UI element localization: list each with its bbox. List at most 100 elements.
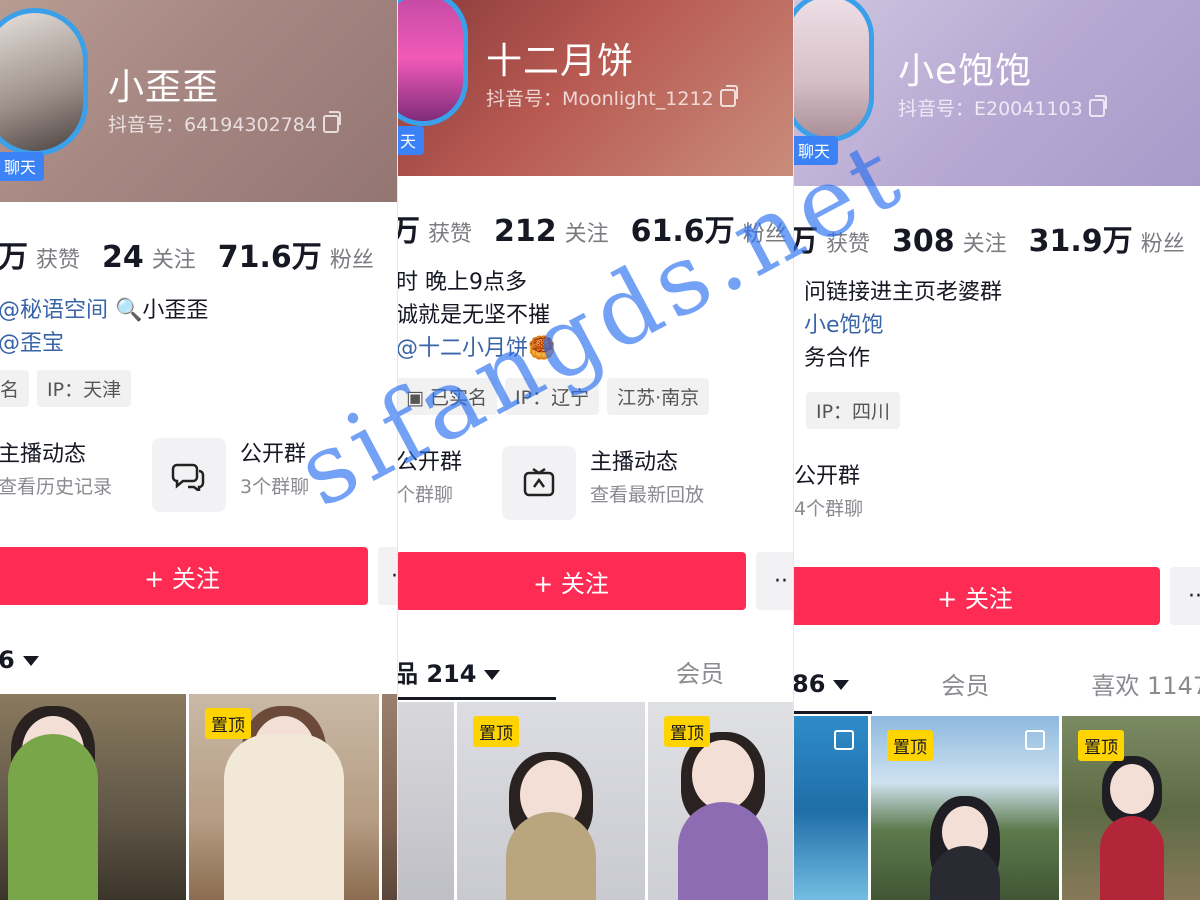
bio-text: 🥮 [528,336,556,361]
card-public-group[interactable]: 公开群 3个群聊 [152,438,309,512]
stat-likes-label: 获赞 [428,222,473,247]
video-thumbnail[interactable] [398,702,454,900]
bio-mention-link[interactable]: @十二小月饼 [398,336,528,361]
stat-following[interactable]: 308 关注 [892,224,1007,259]
video-grid: 置顶 置顶 [794,716,1200,900]
thumbnail-figure-face [1110,764,1154,814]
bio-line: 问链接进主页老婆群 [804,280,1003,305]
more-button[interactable]: ·· [756,552,794,610]
video-thumbnail[interactable]: 置顶 [1062,716,1200,900]
bio: 时 晚上9点多 诚就是无坚不摧 @十二小月饼🥮 [397,266,556,365]
card-public-group[interactable]: 公开群 个群聊 [398,446,462,520]
live-chat-badge[interactable]: 聊天 [0,152,45,181]
stat-likes-value: 万 [794,216,818,260]
tab-likes[interactable]: 喜欢 1147 [1091,666,1200,701]
copy-icon[interactable] [1088,94,1107,117]
stat-followers-label: 粉丝 [1140,232,1185,257]
card-live-updates-text: 主播动态 查看最新回放 [590,446,704,510]
tab-works-label: 6 [0,646,15,674]
bio-mention-link[interactable]: @秘语空间 [0,298,108,323]
bio-mention-link[interactable]: @歪宝 [0,331,64,356]
tab-membership[interactable]: 会员 [941,666,989,701]
stats-row: 万获赞 308 关注 31.9万粉丝 [794,216,1200,260]
active-tab-underline [794,711,872,714]
stat-followers[interactable]: 71.6万 粉丝 [218,232,374,276]
stat-followers-label: 粉丝 [329,248,374,273]
live-chat-badge[interactable]: 聊天 [794,136,839,165]
profile-panel-3: 聊天 小e饱饱 抖音号：E20041103 万获赞 308关注 31.9万粉丝 … [793,0,1200,900]
feature-cards: 主播动态 查看历史记录 公开群 3个群聊 [0,438,349,512]
follow-button[interactable]: + 关注 [0,547,368,605]
bio-line: @秘语空间 🔍小歪歪 [0,294,208,327]
more-button[interactable]: ·· [1170,567,1200,625]
live-icon [502,446,577,520]
dropdown-triangle-icon [484,670,501,680]
stat-following-value: 308 [892,224,955,259]
card-title: 公开群 [794,464,861,489]
video-thumbnail[interactable]: 置顶 [382,694,397,900]
thumbnail-figure-body [506,812,596,900]
card-title: 公开群 [240,442,307,467]
copy-icon[interactable] [719,84,738,107]
douyin-id[interactable]: 抖音号：64194302784 [108,110,341,137]
multi-image-icon [834,730,854,750]
card-live-updates-text: 主播动态 查看历史记录 [0,438,112,502]
live-chat-badge[interactable]: 天 [398,126,425,155]
douyin-id[interactable]: 抖音号：Moonlight_1212 [486,84,738,111]
video-thumbnail[interactable]: 置顶 [648,702,794,900]
bio: @秘语空间 🔍小歪歪 @歪宝 [0,294,208,360]
profile-tags: IP：四川 [806,392,901,429]
video-thumbnail[interactable]: 置顶 [871,716,1059,900]
card-public-group[interactable]: 公开群 4个群聊 [794,460,863,524]
follow-button[interactable]: + 关注 [794,567,1160,625]
tag-ip-location: IP：辽宁 [505,378,600,415]
video-thumbnail[interactable]: 置顶 [189,694,379,900]
avatar[interactable] [398,0,468,126]
profile-panel-2: 天 十二月饼 抖音号：Moonlight_1212 万获赞 212 关注 61.6… [397,0,794,900]
tab-works[interactable]: 6 [0,646,39,674]
dropdown-triangle-icon [22,656,39,666]
avatar[interactable] [794,0,874,142]
tab-works[interactable]: 品 214 [398,654,501,689]
stat-following[interactable]: 24 关注 [102,240,196,275]
profile-name: 十二月饼 [486,41,635,82]
card-live-updates[interactable]: 主播动态 查看历史记录 [0,438,112,512]
video-thumbnail[interactable] [794,716,868,900]
tab-membership[interactable]: 会员 [676,654,724,689]
stat-following[interactable]: 212 关注 [494,214,609,249]
stat-likes-value: 万 [0,240,28,275]
stat-followers[interactable]: 61.6万 粉丝 [631,206,787,250]
card-subtitle: 3个群聊 [240,476,310,498]
feature-cards: 公开群 4个群聊 [794,460,903,524]
stat-following-label: 关注 [564,222,609,247]
content-tabs: 6 [0,646,39,674]
more-button[interactable]: ·· [378,547,397,605]
follow-button[interactable]: + 关注 [398,552,746,610]
active-tab-underline [398,697,556,700]
avatar[interactable] [0,8,88,156]
bio-line: 时 晚上9点多 [397,270,527,295]
copy-icon[interactable] [322,110,341,133]
card-subtitle: 4个群聊 [794,498,864,520]
video-thumbnail[interactable]: 置顶 [457,702,645,900]
tag-ip-location: IP：四川 [806,392,901,429]
tag-city: 江苏·南京 [607,378,710,415]
thumbnail-figure-body [1100,816,1164,900]
tag-ip-location: IP：天津 [37,370,132,407]
video-thumbnail[interactable] [0,694,186,900]
tab-works[interactable]: 86 [793,669,850,698]
thumbnail-figure-body [678,802,768,900]
chat-bubbles-icon [152,438,227,512]
tag-verified-label: 已实名 [430,387,488,409]
tab-works-label: 86 [793,669,826,698]
card-title: 主播动态 [590,450,679,475]
profile-tags: ▣ 已实名 IP：辽宁 江苏·南京 [398,378,710,415]
bio-line: @十二小月饼🥮 [398,332,556,365]
bio-mention-link[interactable]: 小e饱饱 [804,313,884,338]
douyin-id[interactable]: 抖音号：E20041103 [898,94,1107,121]
bio-line: 务合作 [804,346,871,371]
card-live-updates[interactable]: 主播动态 查看最新回放 [502,446,704,520]
stat-likes-label: 获赞 [826,232,871,257]
stat-followers[interactable]: 31.9万 粉丝 [1029,216,1185,260]
bio-line: 小e饱饱 [804,309,1002,342]
